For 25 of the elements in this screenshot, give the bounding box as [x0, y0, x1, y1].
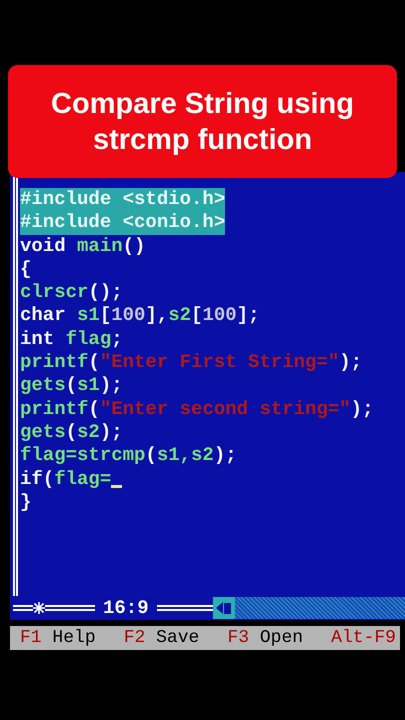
- function-key[interactable]: F1 Help: [20, 624, 96, 652]
- cursor-position: 16:9: [102, 596, 150, 621]
- code-line: if(flag=: [20, 468, 112, 491]
- banner-title: Compare String using strcmp function: [50, 86, 355, 158]
- code-line: gets(s2);: [20, 420, 123, 444]
- code-line: char s1[100],s2[100];: [20, 304, 260, 328]
- code-line: int flag;: [20, 328, 123, 352]
- code-line: }: [20, 490, 32, 514]
- left-arrow-icon: [216, 602, 224, 614]
- code-line: void main(): [20, 234, 146, 258]
- code-line: printf("Enter second string=");: [20, 398, 374, 421]
- frame-border: [45, 605, 95, 611]
- horizontal-scrollbar[interactable]: [212, 597, 405, 619]
- function-key[interactable]: Alt-F9: [331, 624, 396, 652]
- function-key[interactable]: F3 Open: [227, 624, 304, 652]
- asterisk-icon: [33, 602, 45, 614]
- code-line: {: [20, 258, 32, 282]
- function-key[interactable]: F2 Save: [124, 624, 200, 652]
- frame-border: [13, 605, 33, 611]
- scroll-thumb[interactable]: [224, 602, 232, 614]
- frame-border: [156, 605, 213, 611]
- code-line: gets(s1);: [20, 374, 123, 398]
- code-line: flag=strcmp(s1,s2);: [20, 444, 237, 468]
- code-line: printf("Enter First String=");: [20, 351, 362, 374]
- code-line: clrscr();: [20, 281, 123, 304]
